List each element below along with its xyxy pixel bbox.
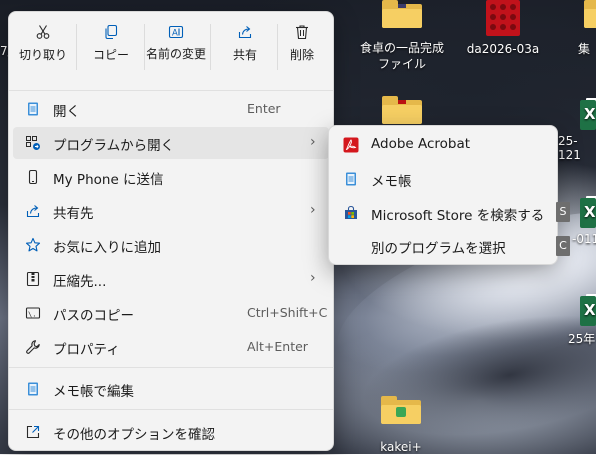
desktop-icon-folder[interactable]: kakei+: [356, 396, 446, 454]
context-menu-toolbar: 切り取り コピー A 名前の変更 共有 削除: [9, 12, 333, 86]
menu-item-shortcut: Ctrl+Shift+C: [247, 305, 328, 320]
more-options-icon: [25, 424, 41, 440]
wrench-icon: [25, 339, 41, 355]
menu-item-share-to[interactable]: 共有先 ›: [13, 195, 329, 227]
menu-item-edit-notepad[interactable]: メモ帳で編集: [13, 373, 329, 405]
notepad-icon: [25, 381, 41, 397]
copy-icon: [103, 24, 119, 40]
menu-item-shortcut: Alt+Enter: [247, 339, 308, 354]
menu-item-label: プロパティ: [53, 342, 120, 358]
cut-label: 切り取り: [18, 48, 67, 62]
menu-item-open[interactable]: 開く Enter: [13, 93, 329, 125]
rename-label: 名前の変更: [145, 47, 206, 61]
svg-text:\.: \.: [28, 311, 36, 319]
store-icon: [343, 205, 359, 221]
trash-icon: [294, 24, 310, 40]
desktop-icon-label: kakei+: [380, 440, 422, 454]
submenu-item-label: 別のプログラムを選択: [371, 241, 506, 257]
desktop-icon-label: da2026-03a: [466, 42, 540, 56]
submenu-item-notepad[interactable]: メモ帳: [333, 163, 553, 195]
desktop-icon-folder[interactable]: 食卓の一品完成 ファイル: [352, 0, 452, 72]
open-with-icon: [25, 135, 41, 151]
image-thumbnail-icon: [486, 0, 520, 36]
folder-icon: [382, 0, 422, 28]
toolbar-divider: [210, 24, 211, 70]
chevron-right-icon: ›: [310, 134, 316, 150]
menu-item-label: プログラムから開く: [53, 138, 175, 154]
key-hint-chip: S: [556, 202, 570, 222]
context-menu: 切り取り コピー A 名前の変更 共有 削除 開く Enter プログラムから開…: [8, 11, 334, 451]
excel-icon: [580, 196, 596, 228]
menu-divider: [9, 90, 333, 91]
excel-icon: [580, 98, 596, 130]
key-hint-chip: C: [556, 236, 570, 256]
desktop-icon-label: 集: [578, 42, 591, 56]
desktop-icon-excel[interactable]: -011: [572, 196, 596, 246]
notepad-icon: [343, 171, 359, 187]
zip-icon: [25, 271, 41, 287]
chevron-right-icon: ›: [310, 270, 316, 286]
desktop-icon-label: 25-121: [558, 134, 581, 162]
menu-item-copy-path[interactable]: \. パスのコピー Ctrl+Shift+C: [13, 297, 329, 329]
folder-icon: [381, 396, 421, 424]
submenu-item-label: メモ帳: [371, 174, 412, 190]
desktop-icon-image[interactable]: da2026-03a: [458, 0, 548, 56]
menu-item-label: My Phone に送信: [53, 172, 164, 188]
submenu-item-choose-another-app[interactable]: 別のプログラムを選択: [333, 230, 553, 262]
chevron-right-icon: ›: [310, 202, 316, 218]
menu-item-label: 開く: [53, 104, 80, 120]
desktop-icon-folder[interactable]: 集: [578, 0, 596, 57]
menu-item-more-options[interactable]: その他のオプションを確認: [13, 416, 329, 448]
share-button[interactable]: 共有: [213, 12, 277, 86]
acrobat-icon: [343, 137, 359, 153]
phone-icon: [25, 169, 41, 185]
menu-item-open-with[interactable]: プログラムから開く ›: [13, 127, 329, 159]
star-icon: [25, 237, 41, 253]
share-icon: [237, 24, 253, 40]
cut-button[interactable]: 切り取り: [11, 12, 75, 86]
desktop-icon-label: -011: [572, 232, 596, 246]
menu-item-compress-to[interactable]: 圧縮先... ›: [13, 263, 329, 295]
open-with-submenu: Adobe Acrobat メモ帳 Microsoft Store を検索する …: [328, 125, 558, 265]
menu-item-label: その他のオプションを確認: [53, 427, 215, 443]
submenu-item-label: Microsoft Store を検索する: [371, 208, 545, 224]
desktop-icon-excel[interactable]: 25年: [568, 294, 596, 347]
copy-path-icon: \.: [25, 305, 41, 321]
menu-item-label: メモ帳で編集: [53, 384, 134, 400]
folder-icon: [584, 0, 596, 28]
copy-label: コピー: [92, 48, 129, 62]
desktop-icon-folder[interactable]: [380, 96, 424, 124]
menu-item-label: パスのコピー: [53, 308, 134, 324]
menu-item-label: お気に入りに追加: [53, 240, 161, 256]
menu-divider: [9, 409, 333, 410]
desktop-icon-excel[interactable]: 25-121: [558, 98, 596, 162]
menu-item-add-favorite[interactable]: お気に入りに追加: [13, 229, 329, 261]
share-label: 共有: [232, 48, 257, 62]
rename-icon: A: [168, 24, 184, 40]
submenu-item-adobe-acrobat[interactable]: Adobe Acrobat: [333, 129, 553, 161]
scissors-icon: [35, 24, 51, 40]
notepad-icon: [25, 101, 41, 117]
folder-icon: [382, 96, 422, 124]
rename-button[interactable]: A 名前の変更: [145, 12, 207, 86]
menu-item-shortcut: Enter: [247, 101, 281, 116]
svg-text:A: A: [172, 29, 178, 39]
copy-button[interactable]: コピー: [79, 12, 143, 86]
delete-label: 削除: [289, 48, 314, 62]
excel-icon: [580, 294, 596, 326]
menu-item-label: 共有先: [53, 206, 94, 222]
toolbar-divider: [76, 24, 77, 70]
menu-item-label: 圧縮先...: [53, 274, 107, 290]
delete-button[interactable]: 削除: [271, 12, 333, 86]
desktop-icon-label: 食卓の一品完成 ファイル: [359, 41, 444, 71]
share-icon: [25, 203, 41, 219]
submenu-item-microsoft-store[interactable]: Microsoft Store を検索する: [333, 197, 553, 229]
submenu-item-label: Adobe Acrobat: [371, 136, 471, 152]
menu-item-properties[interactable]: プロパティ Alt+Enter: [13, 331, 329, 363]
menu-item-send-to-phone[interactable]: My Phone に送信: [13, 161, 329, 193]
menu-divider: [9, 367, 333, 368]
desktop-icon-label: 25年: [568, 332, 596, 346]
